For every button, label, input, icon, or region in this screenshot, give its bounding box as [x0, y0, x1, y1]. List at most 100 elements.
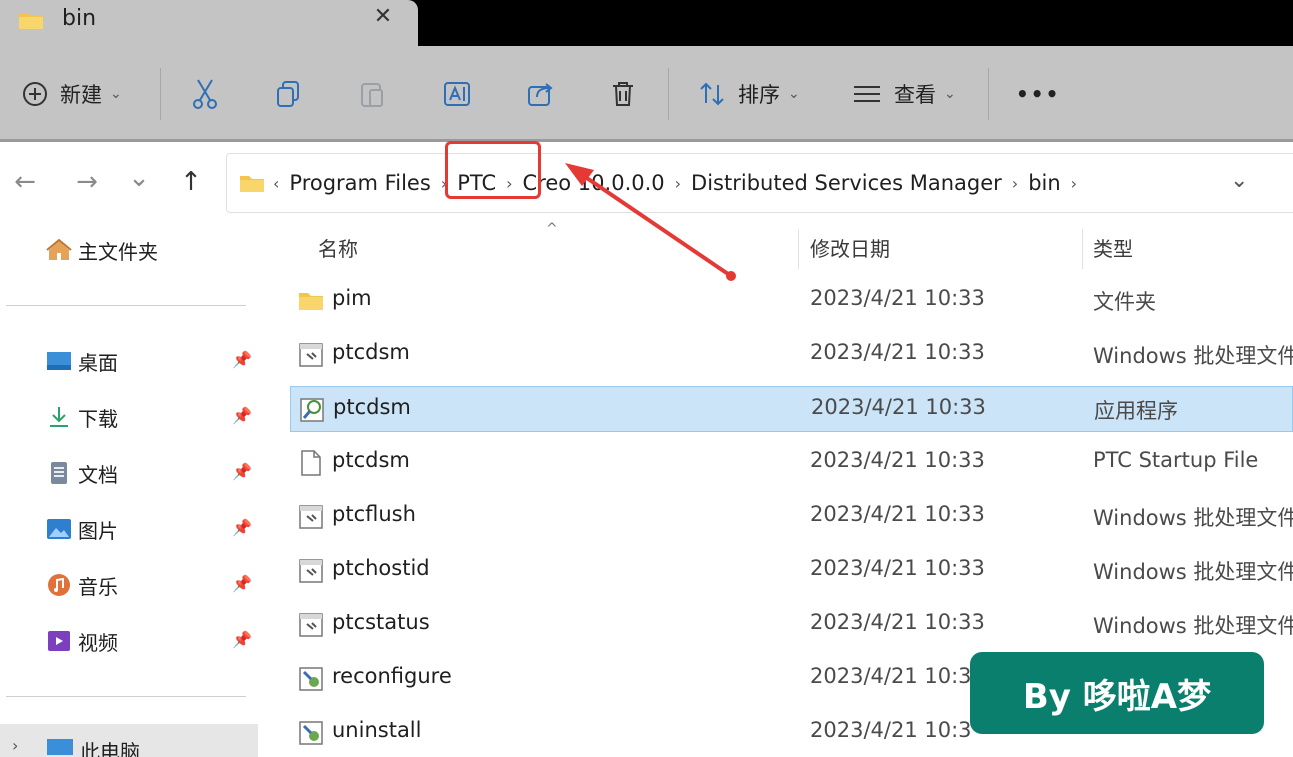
sidebar-item-downloads[interactable]: 下载 📌 — [46, 400, 258, 434]
chevron-down-icon: ⌄ — [788, 86, 800, 102]
paste-button[interactable] — [358, 76, 386, 112]
file-name: ptcflush — [332, 502, 416, 526]
sidebar-divider — [6, 696, 246, 697]
pin-icon[interactable]: 📌 — [232, 630, 252, 649]
desktop-icon — [47, 352, 71, 370]
back-button[interactable]: ← — [10, 167, 40, 197]
table-row[interactable]: ptcflush 2023/4/21 10:33 Windows 批处理文件 — [290, 494, 1293, 540]
breadcrumb-program-files[interactable]: Program Files — [289, 171, 430, 195]
folder-icon — [299, 293, 323, 310]
pin-icon[interactable]: 📌 — [232, 518, 252, 537]
navigation-pane: 主文件夹 桌面 📌 下载 📌 文档 📌 图片 📌 音乐 📌 视频 📌 › 此电脑 — [0, 221, 262, 757]
file-date: 2023/4/21 10:33 — [810, 610, 985, 634]
address-dropdown-icon[interactable]: ⌄ — [1230, 168, 1248, 193]
sidebar-item-label: 音乐 — [78, 574, 118, 599]
breadcrumb-bin[interactable]: bin — [1028, 171, 1060, 195]
chevron-right-icon[interactable]: › — [12, 736, 18, 755]
music-icon — [48, 574, 70, 596]
sidebar-item-desktop[interactable]: 桌面 📌 — [46, 344, 258, 378]
setup-script-icon — [299, 667, 323, 691]
sidebar-item-pictures[interactable]: 图片 📌 — [46, 512, 258, 546]
chevron-right-icon[interactable]: › — [1071, 174, 1077, 193]
file-type: 文件夹 — [1093, 290, 1156, 314]
sidebar-item-music[interactable]: 音乐 📌 — [46, 568, 258, 602]
pin-icon[interactable]: 📌 — [232, 462, 252, 481]
picture-icon — [47, 519, 71, 539]
column-header-type[interactable]: 类型 — [1093, 233, 1133, 262]
table-row[interactable]: ptcdsm 2023/4/21 10:33 Windows 批处理文件 — [290, 332, 1293, 378]
document-icon — [51, 462, 67, 484]
pin-icon[interactable]: 📌 — [232, 350, 252, 369]
breadcrumb-creo[interactable]: Creo 10.0.0.0 — [523, 171, 665, 195]
column-divider[interactable] — [798, 229, 799, 269]
tab-bin[interactable]: bin ✕ — [0, 0, 418, 46]
application-icon — [300, 398, 324, 422]
more-options-button[interactable]: ••• — [1016, 76, 1060, 112]
batch-file-icon — [299, 559, 323, 583]
rename-button[interactable] — [442, 76, 472, 112]
batch-file-icon — [299, 505, 323, 529]
blank-file-icon — [301, 450, 321, 476]
pin-icon[interactable]: 📌 — [232, 574, 252, 593]
highlight-box — [445, 141, 541, 199]
file-type: PTC Startup File — [1093, 448, 1259, 472]
file-name: ptchostid — [332, 556, 430, 580]
chevron-right-icon[interactable]: › — [1012, 174, 1018, 193]
sidebar-item-documents[interactable]: 文档 📌 — [46, 456, 258, 490]
trash-icon — [613, 82, 633, 106]
command-toolbar: 新建 ⌄ 排序 ⌄ 查看 ⌄ ••• — [0, 46, 1293, 142]
chevron-right-icon[interactable]: › — [675, 174, 681, 193]
sidebar-item-label: 下载 — [78, 406, 118, 431]
table-row[interactable]: ptcstatus 2023/4/21 10:33 Windows 批处理文件 — [290, 602, 1293, 648]
file-date: 2023/4/21 10:33 — [810, 340, 985, 364]
breadcrumb: ‹ Program Files › PTC › Creo 10.0.0.0 › … — [239, 166, 1087, 200]
file-name: uninstall — [332, 718, 422, 742]
delete-button[interactable] — [610, 76, 636, 112]
file-date: 2023/4/21 10:33 — [810, 556, 985, 580]
sidebar-item-label: 视频 — [78, 630, 118, 655]
sort-icon — [700, 82, 724, 106]
forward-button[interactable]: → — [72, 167, 102, 197]
table-row[interactable]: ptcdsm 2023/4/21 10:33 PTC Startup File — [290, 440, 1293, 486]
folder-icon — [19, 13, 43, 29]
breadcrumb-overflow[interactable]: ‹ — [273, 174, 279, 193]
file-name: ptcstatus — [332, 610, 430, 634]
plus-circle-icon — [23, 82, 47, 106]
view-button[interactable]: 查看 ⌄ — [852, 76, 956, 112]
clipboard-icon — [361, 83, 383, 107]
up-button[interactable]: ↑ — [176, 167, 206, 197]
file-date: 2023/4/21 10:33 — [810, 448, 985, 472]
new-button[interactable]: 新建 ⌄ — [22, 76, 122, 112]
close-tab-button[interactable]: ✕ — [370, 4, 396, 29]
share-icon — [528, 83, 553, 106]
table-row[interactable]: ptchostid 2023/4/21 10:33 Windows 批处理文件 — [290, 548, 1293, 594]
sidebar-item-home[interactable]: 主文件夹 — [46, 233, 258, 267]
sort-button[interactable]: 排序 ⌄ — [698, 76, 800, 112]
file-type: Windows 批处理文件 — [1093, 344, 1293, 368]
table-row-selected[interactable]: ptcdsm 2023/4/21 10:33 应用程序 — [290, 386, 1293, 432]
setup-script-icon — [299, 721, 323, 745]
column-header-date[interactable]: 修改日期 — [810, 233, 890, 262]
sidebar-item-label: 此电脑 — [80, 740, 140, 757]
sidebar-item-this-pc[interactable]: › 此电脑 — [0, 724, 258, 757]
copy-button[interactable] — [274, 76, 302, 112]
cut-button[interactable] — [190, 76, 220, 112]
pin-icon[interactable]: 📌 — [232, 406, 252, 425]
column-divider[interactable] — [1082, 229, 1083, 269]
table-row[interactable]: pim 2023/4/21 10:33 文件夹 — [290, 278, 1293, 324]
file-name: pim — [332, 286, 372, 310]
sort-label: 排序 — [738, 83, 780, 107]
breadcrumb-dsm[interactable]: Distributed Services Manager — [691, 171, 1002, 195]
toolbar-divider — [160, 68, 161, 120]
sidebar-item-videos[interactable]: 视频 📌 — [46, 624, 258, 658]
file-date: 2023/4/21 10:33 — [811, 395, 986, 419]
file-name: ptcdsm — [332, 340, 410, 364]
folder-icon — [240, 176, 264, 192]
file-type: Windows 批处理文件 — [1093, 560, 1293, 584]
share-button[interactable] — [526, 76, 556, 112]
new-label: 新建 — [60, 83, 102, 107]
address-bar[interactable]: ‹ Program Files › PTC › Creo 10.0.0.0 › … — [226, 153, 1293, 213]
recent-locations-button[interactable]: ⌄ — [124, 163, 154, 193]
column-header-name[interactable]: 名称 — [318, 233, 358, 262]
chevron-down-icon: ⌄ — [110, 86, 122, 102]
